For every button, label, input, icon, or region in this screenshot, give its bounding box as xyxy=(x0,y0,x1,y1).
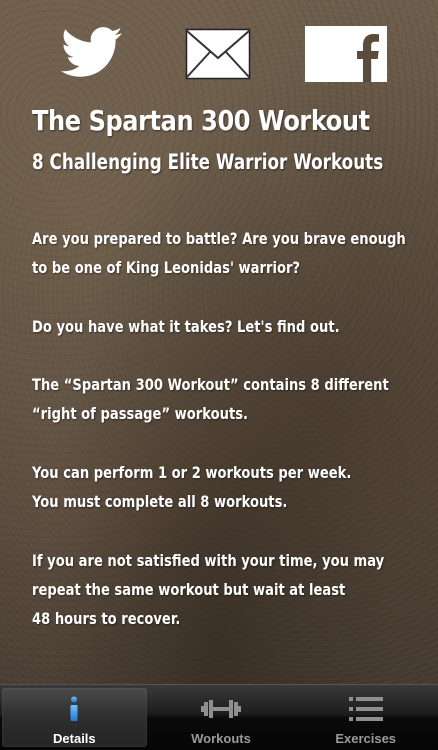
list-icon xyxy=(346,695,386,723)
social-share-bar xyxy=(0,26,438,86)
app-screen: The Spartan 300 Workout 8 Challenging El… xyxy=(0,0,438,750)
paragraph-frequency: You can perform 1 or 2 workouts per week… xyxy=(32,458,351,516)
text-line: Do you have what it takes? Let's find ou… xyxy=(32,317,340,336)
text-line: “right of passage” workouts. xyxy=(32,404,249,423)
text-line: Are you prepared to battle? Are you brav… xyxy=(32,229,406,248)
text-line: If you are not satisfied with your time,… xyxy=(32,551,385,570)
dumbbell-icon xyxy=(201,695,241,723)
twitter-bird-icon[interactable] xyxy=(60,26,124,82)
facebook-icon[interactable] xyxy=(305,26,387,82)
paragraph-battle: Are you prepared to battle? Are you brav… xyxy=(32,224,406,282)
text-line: 48 hours to recover. xyxy=(32,609,181,628)
tab-details[interactable]: Details xyxy=(2,688,147,747)
text-line: You must complete all 8 workouts. xyxy=(32,492,288,511)
text-line: You can perform 1 or 2 workouts per week… xyxy=(32,463,352,482)
page-title: The Spartan 300 Workout xyxy=(32,104,370,137)
tab-bar: Details Workouts Exercises xyxy=(0,684,438,750)
paragraph-find-out: Do you have what it takes? Let's find ou… xyxy=(32,312,340,341)
page-subtitle: 8 Challenging Elite Warrior Workouts xyxy=(32,150,384,174)
info-icon xyxy=(54,695,94,723)
envelope-icon[interactable] xyxy=(185,26,251,82)
tab-label: Workouts xyxy=(191,731,251,746)
tab-exercises[interactable]: Exercises xyxy=(293,685,438,750)
tab-label: Details xyxy=(53,731,96,746)
paragraph-repeat: If you are not satisfied with your time,… xyxy=(32,546,384,633)
text-line: repeat the same workout but wait at leas… xyxy=(32,580,346,599)
details-content: The Spartan 300 Workout 8 Challenging El… xyxy=(0,0,438,684)
tab-label: Exercises xyxy=(335,731,397,746)
tab-workouts[interactable]: Workouts xyxy=(149,685,294,750)
text-line: The “Spartan 300 Workout” contains 8 dif… xyxy=(32,375,389,394)
paragraph-contains: The “Spartan 300 Workout” contains 8 dif… xyxy=(32,370,389,428)
text-line: to be one of King Leonidas' warrior? xyxy=(32,258,301,277)
